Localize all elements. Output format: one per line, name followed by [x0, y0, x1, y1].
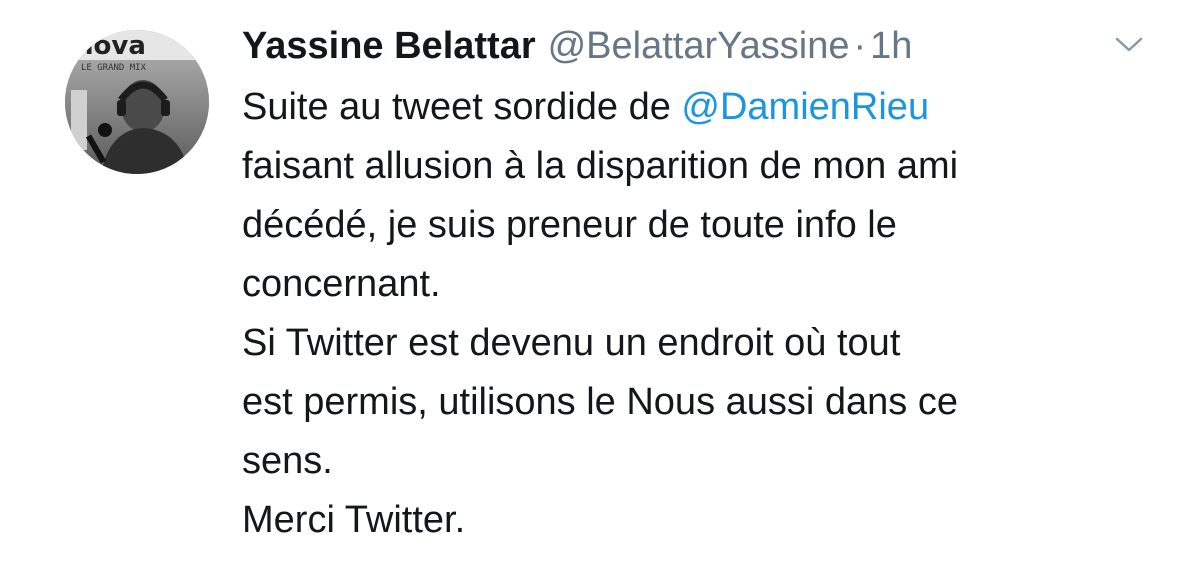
avatar[interactable]: nova LE GRAND MIX — [65, 30, 209, 174]
tweet-line-8: Merci Twitter. — [242, 499, 466, 541]
tweet-menu-button[interactable] — [1113, 32, 1145, 56]
tweet-text-segment: Suite au tweet sordide de — [242, 86, 682, 128]
timestamp[interactable]: 1h — [870, 18, 912, 74]
avatar-caption-top: nova — [75, 31, 146, 61]
tweet-line-2: faisant allusion à la disparition de mon… — [242, 145, 959, 187]
chevron-down-icon — [1115, 37, 1143, 52]
tweet-line-5: Si Twitter est devenu un endroit où tout — [242, 322, 901, 364]
separator-dot: · — [853, 25, 867, 67]
user-handle[interactable]: @BelattarYassine — [548, 18, 850, 74]
tweet-text: Suite au tweet sordide de @DamienRieu fa… — [242, 78, 1162, 550]
profile-photo-icon: nova LE GRAND MIX — [65, 30, 209, 174]
tweet-header: Yassine Belattar @BelattarYassine · 1h — [242, 18, 912, 74]
tweet-line-4: concernant. — [242, 263, 441, 305]
display-name[interactable]: Yassine Belattar — [242, 18, 536, 74]
tweet-card[interactable]: nova LE GRAND MIX Yassine Belattar @Bela… — [0, 0, 1200, 569]
mention-link[interactable]: @DamienRieu — [681, 86, 929, 128]
avatar-caption-bottom: LE GRAND MIX — [81, 63, 147, 73]
tweet-line-6: est permis, utilisons le Nous aussi dans… — [242, 381, 958, 423]
tweet-line-3: décédé, je suis preneur de toute info le — [242, 204, 897, 246]
tweet-line-7: sens. — [242, 440, 333, 482]
tweet-line-1: Suite au tweet sordide de @DamienRieu — [242, 78, 1162, 137]
